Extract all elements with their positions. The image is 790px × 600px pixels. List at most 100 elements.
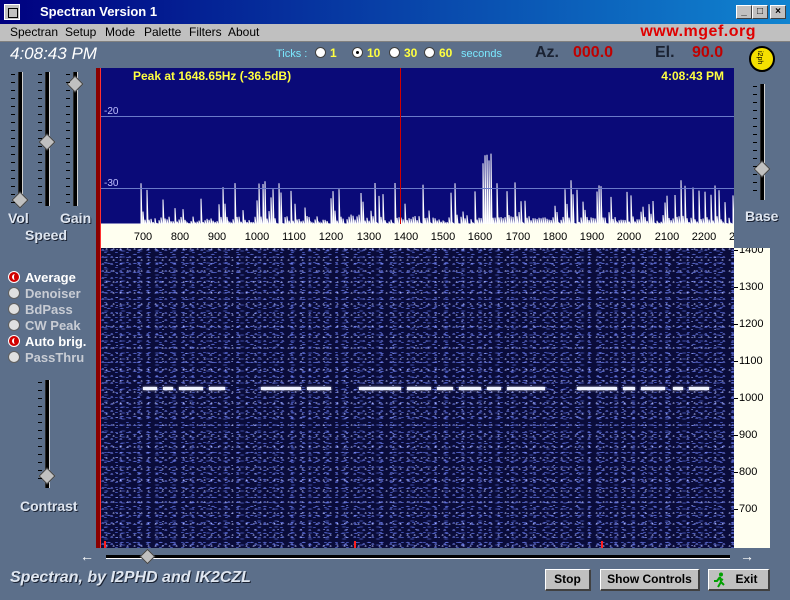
- cw-signal-trace: [209, 387, 225, 390]
- seconds-label: seconds: [461, 48, 502, 60]
- scroll-thumb[interactable]: [139, 548, 156, 565]
- freq-tick: 1700: [505, 231, 531, 243]
- freq-tick: 2: [728, 231, 734, 243]
- logo-icon: [749, 46, 775, 72]
- cw-signal-trace: [407, 387, 431, 390]
- clock-display: 4:08:43 PM: [10, 44, 97, 63]
- cw-signal-trace: [641, 387, 665, 390]
- time-marker: [354, 541, 356, 548]
- ticks-label: Ticks :: [276, 48, 308, 60]
- running-man-icon: [714, 572, 725, 588]
- arrow-right-icon[interactable]: →: [738, 548, 756, 566]
- freq-tick: 800: [170, 231, 190, 243]
- elevation-value: 90.0: [692, 44, 724, 61]
- cw-signal-trace: [143, 387, 157, 390]
- toggle-off-icon[interactable]: [8, 287, 20, 299]
- peak-readout: Peak at 1648.65Hz (-36.5dB): [133, 69, 292, 83]
- arrow-left-icon[interactable]: ←: [78, 548, 96, 566]
- radio-icon[interactable]: [389, 47, 400, 58]
- peak-cursor: [400, 68, 401, 224]
- volume-slider[interactable]: [18, 72, 23, 206]
- slider-ticks: [66, 74, 70, 204]
- cw-signal-trace: [261, 387, 301, 390]
- cw-signal-trace: [163, 387, 173, 390]
- radio-icon[interactable]: [424, 47, 435, 58]
- time-marker: [601, 541, 603, 548]
- spectrum-trace: [101, 153, 734, 224]
- stop-button[interactable]: Stop: [545, 569, 591, 591]
- freq-tick: 2000: [616, 231, 642, 243]
- db-label: -20: [104, 106, 119, 117]
- slider-ticks: [753, 86, 757, 198]
- menu-spectran[interactable]: Spectran: [10, 25, 58, 39]
- speed-label: Speed: [25, 227, 68, 243]
- close-button[interactable]: ×: [770, 5, 786, 19]
- menu-about[interactable]: About: [228, 25, 259, 39]
- spectrum-time: 4:08:43 PM: [661, 69, 724, 83]
- hz-tick: 700: [734, 503, 758, 515]
- cw-signal-trace: [179, 387, 203, 390]
- cw-signal-trace: [689, 387, 709, 390]
- cw-signal-trace: [673, 387, 683, 390]
- freq-tick: 1800: [542, 231, 568, 243]
- site-url[interactable]: www.mgef.org: [640, 23, 756, 41]
- waterfall-display[interactable]: [101, 248, 734, 548]
- freq-tick: 1100: [282, 231, 306, 243]
- radio-icon[interactable]: [315, 47, 326, 58]
- freq-tick: 1900: [579, 231, 605, 243]
- hz-tick: 1200: [734, 318, 764, 330]
- scroll-track[interactable]: [106, 555, 730, 559]
- db-gridline: [101, 116, 734, 117]
- time-marker: [104, 541, 106, 548]
- freq-tick: 700: [133, 231, 153, 243]
- base-slider[interactable]: [760, 84, 765, 200]
- frequency-scroll[interactable]: ← →: [78, 548, 758, 566]
- menu-bar: Spectran Setup Mode Palette Filters Abou…: [0, 23, 790, 42]
- toggle-off-icon[interactable]: [8, 351, 20, 363]
- credits-text: Spectran, by I2PHD and IK2CZL: [10, 569, 251, 586]
- freq-tick: 2200: [691, 231, 717, 243]
- waterfall-hz-scale: 1400 1300 1200 1100 1000 900 800 700: [734, 248, 770, 548]
- title-bar: Spectran Version 1 _ □ ×: [0, 0, 790, 24]
- volume-label: Vol: [8, 210, 29, 226]
- cw-signal-trace: [623, 387, 635, 390]
- db-gridline: [101, 188, 734, 189]
- menu-filters[interactable]: Filters: [189, 25, 222, 39]
- window-title: Spectran Version 1: [40, 4, 158, 19]
- contrast-label: Contrast: [20, 498, 78, 514]
- freq-tick: 2100: [654, 231, 680, 243]
- slider-ticks: [11, 74, 15, 204]
- freq-tick: 900: [207, 231, 227, 243]
- hz-tick: 1400: [734, 248, 763, 256]
- hz-tick: 1100: [734, 355, 763, 367]
- hz-tick: 1300: [734, 281, 764, 293]
- freq-tick: 1200: [318, 231, 344, 243]
- frequency-scale: 700 800 900 1000 1100 1200 1300 1400 150…: [101, 224, 734, 248]
- maximize-button[interactable]: □: [752, 5, 768, 19]
- freq-tick: 1000: [244, 231, 270, 243]
- azimuth-value: 000.0: [573, 44, 614, 61]
- toggle-on-icon[interactable]: [8, 271, 20, 283]
- app-icon[interactable]: [4, 4, 20, 20]
- exit-button[interactable]: Exit: [708, 569, 770, 591]
- gain-label: Gain: [60, 210, 92, 226]
- minimize-button[interactable]: _: [736, 5, 752, 19]
- menu-setup[interactable]: Setup: [65, 25, 96, 39]
- menu-mode[interactable]: Mode: [105, 25, 135, 39]
- hz-tick: 800: [734, 466, 758, 478]
- toggle-off-icon[interactable]: [8, 303, 20, 315]
- db-label: -30: [104, 178, 119, 189]
- cw-signal-trace: [487, 387, 501, 390]
- hz-tick: 1000: [734, 392, 764, 404]
- show-controls-button[interactable]: Show Controls: [600, 569, 700, 591]
- toggle-off-icon[interactable]: [8, 319, 20, 331]
- freq-tick: 1500: [430, 231, 456, 243]
- spectrum-display[interactable]: -20 -30 Peak at 1648.65Hz (-36.5dB) 4:08…: [101, 68, 734, 224]
- cw-signal-trace: [359, 387, 401, 390]
- slider-ticks: [38, 382, 42, 486]
- cw-signal-trace: [577, 387, 617, 390]
- freq-tick: 1400: [393, 231, 419, 243]
- toggle-on-icon[interactable]: [8, 335, 20, 347]
- radio-selected-icon[interactable]: [352, 47, 363, 58]
- menu-palette[interactable]: Palette: [144, 25, 181, 39]
